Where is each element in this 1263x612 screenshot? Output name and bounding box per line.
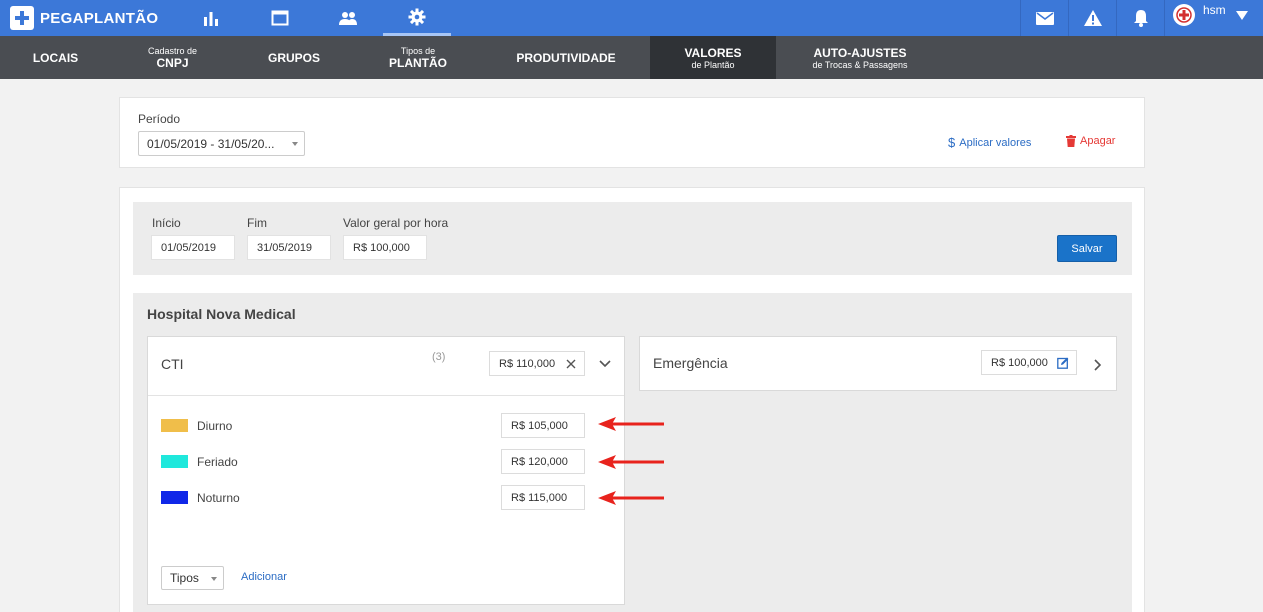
period-select-value: 01/05/2019 - 31/05/20...: [147, 136, 275, 151]
nav-settings[interactable]: [383, 0, 451, 36]
type-value-input[interactable]: [501, 485, 585, 510]
messages-button[interactable]: [1020, 0, 1068, 36]
subnav-label: LOCAIS: [32, 50, 79, 65]
types-select[interactable]: Tipos: [161, 566, 224, 590]
type-color-swatch: [161, 419, 188, 432]
bar-chart-icon: [204, 12, 218, 26]
hospital-cross-icon: [1176, 7, 1192, 23]
top-bar: PEGAPLANTÃO hsm: [0, 0, 1263, 36]
subnav-valores[interactable]: VALORES de Plantão: [650, 36, 776, 79]
subnav-cnpj[interactable]: Cadastro de CNPJ: [111, 36, 234, 79]
sector-card-cti: CTI (3) R$ 110,000 Diurno Feriado Noturn…: [147, 336, 625, 605]
subnav-caption: de Trocas & Passagens: [812, 59, 908, 70]
general-values-form: Início Fim Valor geral por hora Salvar: [133, 202, 1132, 275]
chevron-down-icon[interactable]: [599, 360, 611, 368]
delete-label: Apagar: [1080, 135, 1116, 147]
sub-nav: LOCAIS Cadastro de CNPJ GRUPOS Tipos de …: [0, 36, 1263, 79]
bell-icon: [1133, 10, 1148, 27]
red-arrow-icon: [598, 491, 664, 505]
start-date-input[interactable]: [151, 235, 235, 260]
subnav-label: AUTO-AJUSTES: [813, 45, 907, 60]
subnav-label: GRUPOS: [267, 50, 320, 65]
hospital-name: Hospital Nova Medical: [147, 306, 296, 322]
period-card: Período 01/05/2019 - 31/05/20... $ Aplic…: [119, 97, 1145, 168]
dropdown-caret-icon: [292, 142, 298, 146]
red-arrow-icon: [598, 417, 664, 431]
sector-value: R$ 110,000: [499, 357, 556, 370]
nav-reports[interactable]: [177, 0, 245, 36]
gear-icon: [408, 8, 426, 25]
subnav-caption: de Plantão: [691, 59, 735, 70]
period-label: Período: [138, 112, 181, 126]
sector-name: Emergência: [653, 355, 728, 371]
dropdown-caret-icon: [211, 577, 217, 581]
edit-icon[interactable]: [1057, 357, 1069, 369]
subnav-caption: Cadastro de: [147, 45, 198, 56]
chevron-down-icon: [1236, 11, 1248, 20]
apply-values-label: Aplicar valores: [959, 136, 1032, 149]
app-name: PEGAPLANTÃO: [40, 9, 159, 27]
save-label: Salvar: [1071, 242, 1103, 255]
subnav-label: CNPJ: [156, 55, 189, 70]
subnav-produtividade[interactable]: PRODUTIVIDADE: [482, 36, 650, 79]
type-label: Noturno: [197, 491, 240, 505]
delete-button[interactable]: Apagar: [1066, 135, 1115, 147]
type-label: Diurno: [197, 419, 233, 433]
type-value-input[interactable]: [501, 449, 585, 474]
sector-name: CTI: [161, 356, 184, 372]
dollar-icon: $: [948, 135, 956, 150]
sector-value-field[interactable]: R$ 110,000: [489, 351, 585, 376]
logo-cross-icon: [10, 6, 34, 30]
type-color-swatch: [161, 455, 188, 468]
sector-count: (3): [432, 351, 446, 363]
subnav-label: PRODUTIVIDADE: [516, 50, 616, 65]
subnav-label: VALORES: [684, 45, 742, 60]
sector-value-field[interactable]: R$ 100,000: [981, 350, 1077, 375]
subnav-label: PLANTÃO: [389, 55, 447, 70]
user-name: hsm: [1203, 3, 1226, 17]
subnav-auto-ajustes[interactable]: AUTO-AJUSTES de Trocas & Passagens: [776, 36, 944, 79]
type-color-swatch: [161, 491, 188, 504]
sector-card-emergencia[interactable]: Emergência R$ 100,000: [639, 336, 1117, 391]
warning-icon: [1083, 10, 1102, 26]
types-select-value: Tipos: [170, 571, 199, 585]
end-date-input[interactable]: [247, 235, 331, 260]
type-value-input[interactable]: [501, 413, 585, 438]
window-icon: [271, 10, 289, 26]
user-menu[interactable]: hsm: [1164, 0, 1263, 36]
type-label: Feriado: [197, 455, 238, 469]
chevron-right-icon[interactable]: [1094, 359, 1102, 371]
subnav-caption: Tipos de: [400, 45, 436, 56]
period-select[interactable]: 01/05/2019 - 31/05/20...: [138, 131, 305, 156]
subnav-locais[interactable]: LOCAIS: [0, 36, 111, 79]
values-card: Início Fim Valor geral por hora Salvar H…: [119, 187, 1145, 612]
end-label: Fim: [247, 216, 267, 230]
close-icon[interactable]: [566, 359, 576, 369]
nav-schedule[interactable]: [246, 0, 314, 36]
general-value-label: Valor geral por hora: [343, 216, 449, 230]
save-button[interactable]: Salvar: [1057, 235, 1117, 262]
subnav-tipos-plantao[interactable]: Tipos de PLANTÃO: [354, 36, 482, 79]
alerts-button[interactable]: [1068, 0, 1116, 36]
people-icon: [339, 12, 357, 25]
annotation-arrows: [598, 417, 664, 505]
avatar: [1173, 4, 1195, 26]
sector-value: R$ 100,000: [991, 356, 1048, 369]
notifications-button[interactable]: [1116, 0, 1164, 36]
trash-icon: [1066, 135, 1076, 147]
general-value-input[interactable]: [343, 235, 427, 260]
apply-values-button[interactable]: $ Aplicar valores: [948, 135, 1031, 150]
add-type-link[interactable]: Adicionar: [241, 571, 287, 583]
subnav-grupos[interactable]: GRUPOS: [234, 36, 354, 79]
mail-icon: [1035, 11, 1054, 25]
app-logo[interactable]: PEGAPLANTÃO: [10, 6, 158, 30]
divider: [148, 395, 624, 396]
nav-people[interactable]: [314, 0, 382, 36]
start-label: Início: [152, 216, 181, 230]
top-right-actions: hsm: [1020, 0, 1263, 36]
red-arrow-icon: [598, 455, 664, 469]
